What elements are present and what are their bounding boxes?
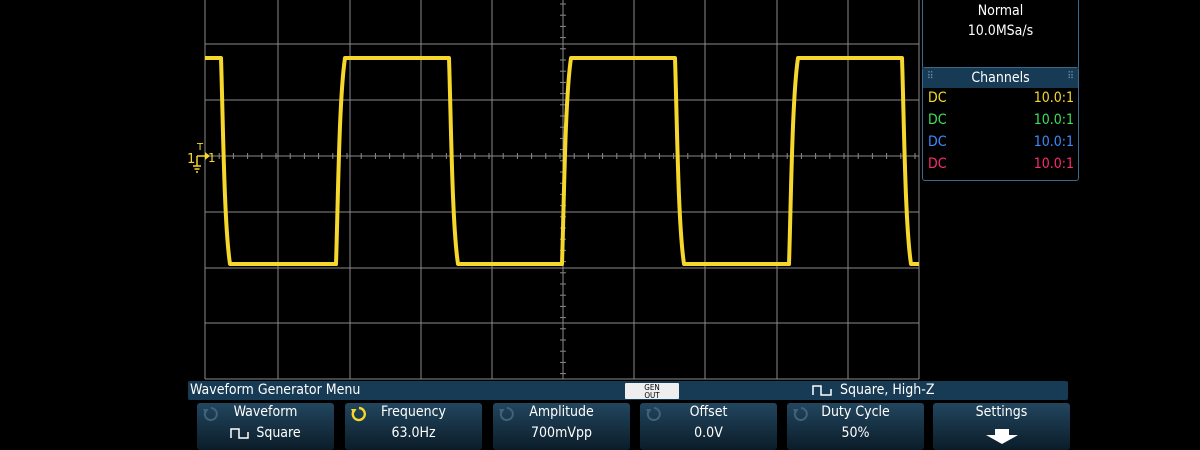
softkey-duty-cycle[interactable]: Duty Cycle 50% xyxy=(787,403,924,450)
channel-coupling: DC xyxy=(928,90,947,106)
square-wave-icon xyxy=(230,428,250,439)
softkey-offset[interactable]: Offset 0.0V xyxy=(640,403,777,450)
drag-grip-icon[interactable]: ⠿ xyxy=(927,72,934,82)
channel-coupling: DC xyxy=(928,156,947,172)
softkey-label: Waveform xyxy=(233,404,298,420)
down-arrow-icon xyxy=(986,429,1018,444)
channel-coupling: DC xyxy=(928,134,947,150)
channels-title: Channels xyxy=(971,70,1030,86)
square-wave-icon xyxy=(812,385,832,396)
channels-panel[interactable]: ⠿ Channels ⠿ DC 10.0:1 DC 10.0:1 DC 10.0… xyxy=(922,67,1079,181)
gen-out-line2: OUT xyxy=(644,391,660,400)
channel-coupling: DC xyxy=(928,112,947,128)
menu-title: Waveform Generator Menu xyxy=(190,382,361,398)
channel-1-reference-label: 1 xyxy=(208,151,216,165)
softkey-value: 63.0Hz xyxy=(391,425,436,441)
acquisition-panel: Normal 10.0MSa/s xyxy=(922,0,1079,70)
softkey-label: Settings xyxy=(975,404,1028,420)
softkey-label: Amplitude xyxy=(529,404,594,420)
gen-out-line1: GEN xyxy=(644,383,660,392)
channel-row-1[interactable]: DC 10.0:1 xyxy=(923,88,1078,110)
generator-status-text: Square, High-Z xyxy=(840,382,935,398)
gen-out-indicator: GEN OUT xyxy=(625,383,679,400)
softkey-label: Frequency xyxy=(381,404,446,420)
trace-markers: 1 T 1 xyxy=(187,142,216,173)
channel-row-3[interactable]: DC 10.0:1 xyxy=(923,132,1078,154)
softkey-label: Duty Cycle xyxy=(821,404,890,420)
menu-bar: Waveform Generator Menu GEN OUT Square, … xyxy=(188,381,1068,400)
softkey-value: 700mVpp xyxy=(531,425,592,441)
channel-row-2[interactable]: DC 10.0:1 xyxy=(923,110,1078,132)
channels-header[interactable]: ⠿ Channels ⠿ xyxy=(923,68,1078,88)
channel-probe-ratio: 10.0:1 xyxy=(1033,134,1074,150)
acquisition-mode: Normal xyxy=(977,3,1024,19)
drag-grip-icon[interactable]: ⠿ xyxy=(1067,72,1074,82)
trigger-level-marker: T xyxy=(196,142,204,153)
softkey-waveform[interactable]: Waveform Square xyxy=(197,403,334,450)
softkey-value: Square xyxy=(256,425,301,441)
channel-1-left-marker: 1 xyxy=(187,152,195,167)
channel-probe-ratio: 10.0:1 xyxy=(1033,90,1074,106)
generator-status: Square, High-Z xyxy=(812,382,934,398)
softkey-label: Offset xyxy=(689,404,728,420)
softkey-value: 50% xyxy=(841,425,870,441)
channel-row-4[interactable]: DC 10.0:1 xyxy=(923,154,1078,176)
softkey-amplitude[interactable]: Amplitude 700mVpp xyxy=(493,403,630,450)
channel-probe-ratio: 10.0:1 xyxy=(1033,156,1074,172)
sample-rate: 10.0MSa/s xyxy=(967,23,1034,39)
softkey-settings[interactable]: Settings xyxy=(933,403,1070,450)
softkey-value-wrap: Square xyxy=(197,425,334,441)
channel-probe-ratio: 10.0:1 xyxy=(1033,112,1074,128)
softkey-value: 0.0V xyxy=(694,425,723,441)
softkey-frequency[interactable]: Frequency 63.0Hz xyxy=(345,403,482,450)
